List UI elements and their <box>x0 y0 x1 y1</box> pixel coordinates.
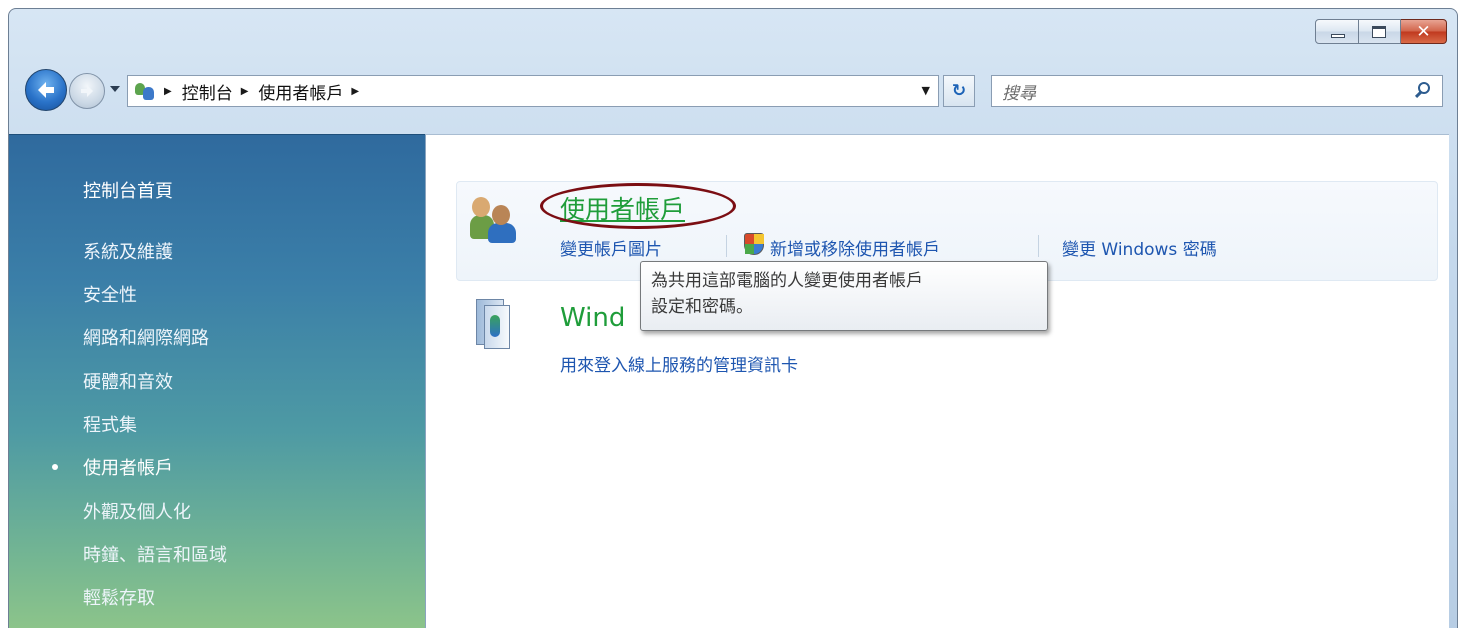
refresh-icon: ↻ <box>951 81 967 101</box>
close-button[interactable]: ✕ <box>1401 19 1447 44</box>
close-icon: ✕ <box>1416 22 1431 42</box>
task-add-remove-accounts-link[interactable]: 新增或移除使用者帳戶 <box>770 235 940 260</box>
category-title-cardspace[interactable]: Wind <box>560 303 625 333</box>
tooltip-line: 設定和密碼。 <box>651 297 753 317</box>
sidebar: 控制台首頁 系統及維護 安全性 網路和網際網路 硬體和音效 程式集 使用者帳戶 … <box>9 134 425 628</box>
minimize-icon <box>1331 34 1345 38</box>
control-panel-window: ✕ ▶ 控制台 ▶ 使用者帳戶 ▶ ▼ ↻ 搜尋 控制台首頁 系統及維護 安全性… <box>8 8 1458 628</box>
sidebar-item-ease-of-access[interactable]: 輕鬆存取 <box>83 584 155 610</box>
navigation-bar: ▶ 控制台 ▶ 使用者帳戶 ▶ ▼ ↻ 搜尋 <box>25 69 1449 113</box>
tooltip-line: 為共用這部電腦的人變更使用者帳戶 <box>651 271 923 291</box>
back-arrow-icon <box>38 82 54 98</box>
sidebar-item-appearance[interactable]: 外觀及個人化 <box>83 498 191 524</box>
refresh-button[interactable]: ↻ <box>943 75 975 107</box>
breadcrumb-control-panel[interactable]: 控制台 <box>182 79 233 104</box>
search-icon[interactable] <box>1414 81 1434 101</box>
back-button[interactable] <box>25 69 67 111</box>
highlight-ellipse <box>540 183 736 229</box>
task-change-password-link[interactable]: 變更 Windows 密碼 <box>1062 235 1217 260</box>
sidebar-item-system-maintenance[interactable]: 系統及維護 <box>83 238 173 264</box>
task-divider <box>1038 235 1039 257</box>
task-change-picture-link[interactable]: 變更帳戶圖片 <box>560 235 662 260</box>
uac-shield-icon <box>744 233 764 255</box>
search-box[interactable]: 搜尋 <box>991 75 1443 107</box>
maximize-icon <box>1372 26 1386 38</box>
breadcrumb-user-accounts[interactable]: 使用者帳戶 <box>258 79 343 104</box>
cardspace-icon[interactable] <box>476 299 514 351</box>
forward-button[interactable] <box>69 73 105 109</box>
tooltip: 為共用這部電腦的人變更使用者帳戶 設定和密碼。 <box>640 261 1048 331</box>
sidebar-item-hardware-sound[interactable]: 硬體和音效 <box>83 368 173 394</box>
maximize-button[interactable] <box>1359 19 1401 44</box>
chevron-down-icon <box>110 86 120 92</box>
forward-arrow-icon <box>81 85 93 97</box>
task-divider <box>726 235 727 257</box>
caption-buttons: ✕ <box>1315 19 1447 44</box>
search-input[interactable]: 搜尋 <box>1002 79 1414 104</box>
sidebar-item-home[interactable]: 控制台首頁 <box>83 177 173 203</box>
current-item-bullet <box>52 464 58 470</box>
sidebar-item-programs[interactable]: 程式集 <box>83 411 137 437</box>
sidebar-item-security[interactable]: 安全性 <box>83 281 137 307</box>
recent-pages-dropdown[interactable] <box>109 83 121 95</box>
address-dropdown-icon[interactable]: ▼ <box>922 84 930 97</box>
sidebar-item-network[interactable]: 網路和網際網路 <box>83 324 209 350</box>
user-accounts-icon[interactable] <box>470 191 524 245</box>
breadcrumb-separator-icon[interactable]: ▶ <box>351 86 359 97</box>
minimize-button[interactable] <box>1315 19 1359 44</box>
breadcrumb-separator-icon[interactable]: ▶ <box>164 86 172 97</box>
user-accounts-icon <box>134 80 156 102</box>
sidebar-item-clock-language[interactable]: 時鐘、語言和區域 <box>83 541 227 567</box>
task-manage-cards-link[interactable]: 用來登入線上服務的管理資訊卡 <box>560 351 798 376</box>
address-bar[interactable]: ▶ 控制台 ▶ 使用者帳戶 ▶ ▼ <box>127 75 939 107</box>
main-content: 使用者帳戶 變更帳戶圖片 新增或移除使用者帳戶 變更 Windows 密碼 Wi… <box>425 134 1449 628</box>
sidebar-item-user-accounts[interactable]: 使用者帳戶 <box>83 454 173 480</box>
breadcrumb-separator-icon[interactable]: ▶ <box>241 86 249 97</box>
